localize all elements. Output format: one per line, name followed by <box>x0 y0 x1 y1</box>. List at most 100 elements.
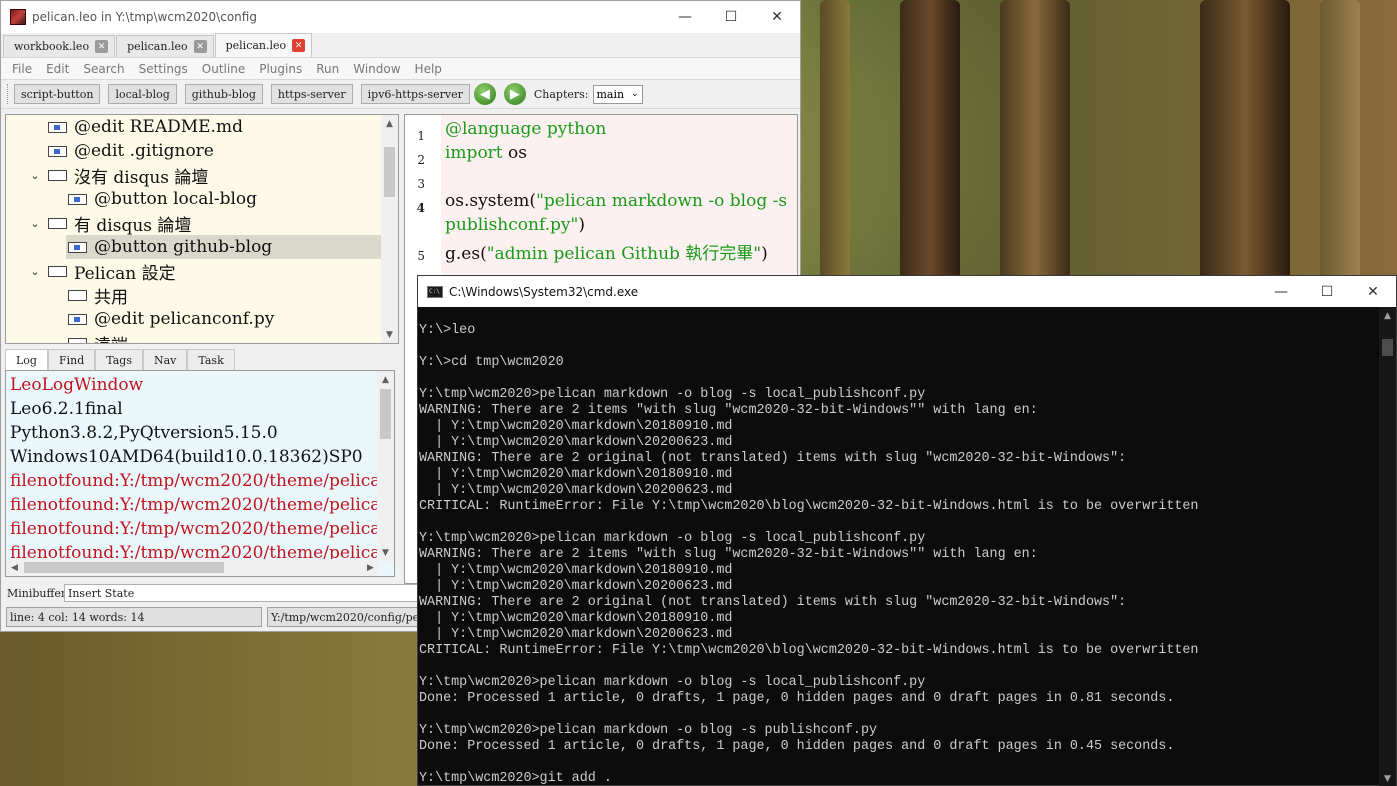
line-number: 1 <box>417 129 425 143</box>
scroll-left-icon[interactable]: ◀ <box>6 559 23 576</box>
scroll-down-icon[interactable]: ▼ <box>1379 770 1396 786</box>
chapters-select[interactable]: main ⌄ <box>592 84 643 104</box>
code-token: publishconf.py" <box>445 215 579 235</box>
tab-task[interactable]: Task <box>187 349 235 370</box>
menu-edit[interactable]: Edit <box>39 62 76 76</box>
node-with-body-icon <box>48 145 67 157</box>
ipv6-https-server-button[interactable]: ipv6-https-server <box>360 84 470 104</box>
close-button[interactable]: ✕ <box>1350 276 1396 308</box>
log-pane[interactable]: LeoLogWindow Leo6.2.1final Python3.8.2,P… <box>5 370 395 577</box>
outline-pane[interactable]: @edit README.md @edit .gitignore ⌄ 沒有 di… <box>5 114 399 344</box>
tab-workbook[interactable]: workbook.leo ✕ <box>3 35 116 57</box>
outline-scrollbar[interactable]: ▲ ▼ <box>381 115 398 343</box>
https-server-button[interactable]: https-server <box>270 84 353 104</box>
console-line: CRITICAL: RuntimeError: File Y:\tmp\wcm2… <box>419 643 1199 658</box>
outline-node[interactable]: ⌄ Pelican 設定 <box>28 259 382 284</box>
chevron-down-icon[interactable]: ⌄ <box>28 265 42 278</box>
outline-node[interactable]: ⌄ 有 disqus 論壇 <box>28 211 382 236</box>
code-line: os.system("pelican markdown -o blog -s <box>445 191 787 211</box>
toolbar-grip[interactable] <box>7 84 10 104</box>
node-with-body-icon <box>68 241 87 253</box>
menu-help[interactable]: Help <box>408 62 449 76</box>
local-blog-button[interactable]: local-blog <box>108 84 177 104</box>
outline-node[interactable]: @edit .gitignore <box>34 139 382 163</box>
console-line: | Y:\tmp\wcm2020\markdown\20200623.md <box>419 579 733 594</box>
node-icon <box>68 289 87 301</box>
scroll-down-icon[interactable]: ▼ <box>377 544 394 561</box>
scroll-thumb[interactable] <box>380 389 391 439</box>
code-token: "pelican markdown -o blog -s <box>536 191 788 211</box>
menu-plugins[interactable]: Plugins <box>252 62 309 76</box>
scroll-up-icon[interactable]: ▲ <box>381 115 398 132</box>
console-scrollbar[interactable]: ▲ ▼ <box>1379 307 1396 786</box>
minimize-button[interactable]: — <box>1258 276 1304 308</box>
tab-close-icon[interactable]: ✕ <box>95 40 109 53</box>
node-icon <box>48 265 67 277</box>
outline-node-selected[interactable]: @button github-blog <box>66 235 382 259</box>
node-with-body-icon <box>68 193 87 205</box>
chevron-down-icon[interactable]: ⌄ <box>28 169 42 182</box>
tab-close-icon[interactable]: ✕ <box>292 39 306 52</box>
line-number: 3 <box>417 177 425 191</box>
outline-node-label: @edit pelicanconf.py <box>94 309 275 329</box>
tab-close-icon[interactable]: ✕ <box>193 40 207 53</box>
log-line: Leo6.2.1final <box>10 399 123 419</box>
outline-node[interactable]: @edit README.md <box>34 115 382 139</box>
log-line: LeoLogWindow <box>10 375 144 395</box>
console-line: WARNING: There are 2 items "with slug "w… <box>419 403 1038 418</box>
outline-node[interactable]: @edit pelicanconf.py <box>54 307 382 331</box>
script-button[interactable]: script-button <box>14 84 101 104</box>
leo-title-bar[interactable]: pelican.leo in Y:\tmp\wcm2020\config — ☐… <box>1 1 800 33</box>
menu-search[interactable]: Search <box>76 62 131 76</box>
tab-tags[interactable]: Tags <box>95 349 143 370</box>
scroll-right-icon[interactable]: ▶ <box>362 559 379 576</box>
maximize-button[interactable]: ☐ <box>1304 276 1350 308</box>
leo-app-icon <box>10 9 26 25</box>
outline-node-label: 遠端 <box>94 331 128 344</box>
console-line: Y:\tmp\wcm2020>git add . <box>419 771 612 786</box>
tab-log[interactable]: Log <box>5 349 48 370</box>
menu-settings[interactable]: Settings <box>132 62 195 76</box>
code-token: "admin pelican Github 執行完畢" <box>486 244 762 264</box>
menu-window[interactable]: Window <box>346 62 407 76</box>
github-blog-button[interactable]: github-blog <box>184 84 263 104</box>
outline-node-label: 有 disqus 論壇 <box>74 215 192 236</box>
outline-node[interactable]: 共用 <box>54 283 382 308</box>
outline-node[interactable]: ⌄ 沒有 disqus 論壇 <box>28 163 382 188</box>
minibuffer-input[interactable]: Insert State <box>64 584 424 602</box>
tab-pelican[interactable]: pelican.leo ✕ <box>116 35 214 57</box>
chapters-label: Chapters: <box>533 87 589 101</box>
scroll-up-icon[interactable]: ▲ <box>1379 307 1396 324</box>
tab-find[interactable]: Find <box>47 349 96 370</box>
maximize-button[interactable]: ☐ <box>708 1 754 33</box>
log-line: Python3.8.2,PyQtversion5.15.0 <box>10 423 278 443</box>
log-scrollbar-horizontal[interactable]: ◀ ▶ <box>6 559 379 576</box>
code-token: os.system( <box>445 191 537 211</box>
scroll-thumb[interactable] <box>1382 339 1393 356</box>
scroll-up-icon[interactable]: ▲ <box>377 371 394 388</box>
chevron-down-icon[interactable]: ⌄ <box>28 217 42 230</box>
menu-run[interactable]: Run <box>309 62 346 76</box>
cmd-title-bar[interactable]: C:\ C:\Windows\System32\cmd.exe — ☐ ✕ <box>418 276 1396 307</box>
tab-nav[interactable]: Nav <box>142 349 188 370</box>
back-arrow-icon[interactable]: ◀ <box>473 83 496 105</box>
console-line: Done: Processed 1 article, 0 drafts, 1 p… <box>419 739 1175 754</box>
tab-pelican-active[interactable]: pelican.leo ✕ <box>214 33 313 57</box>
scroll-thumb[interactable] <box>24 562 224 573</box>
scroll-thumb[interactable] <box>384 147 395 197</box>
code-token: @language python <box>445 119 607 139</box>
code-token: import <box>445 143 503 163</box>
console-output[interactable]: Y:\>leo Y:\>cd tmp\wcm2020 Y:\tmp\wcm2020>… <box>418 307 1381 786</box>
forward-arrow-icon[interactable]: ▶ <box>503 83 526 105</box>
outline-node[interactable]: @button local-blog <box>54 187 382 211</box>
console-line: | Y:\tmp\wcm2020\markdown\20200623.md <box>419 435 733 450</box>
console-line: | Y:\tmp\wcm2020\markdown\20180910.md <box>419 467 733 482</box>
console-line: | Y:\tmp\wcm2020\markdown\20180910.md <box>419 611 733 626</box>
minimize-button[interactable]: — <box>662 1 708 33</box>
log-scrollbar-vertical[interactable]: ▲ ▼ <box>377 371 394 561</box>
outline-node[interactable]: 遠端 <box>54 331 382 344</box>
menu-file[interactable]: File <box>5 62 39 76</box>
close-button[interactable]: ✕ <box>754 1 800 33</box>
scroll-down-icon[interactable]: ▼ <box>381 326 398 343</box>
menu-outline[interactable]: Outline <box>195 62 252 76</box>
